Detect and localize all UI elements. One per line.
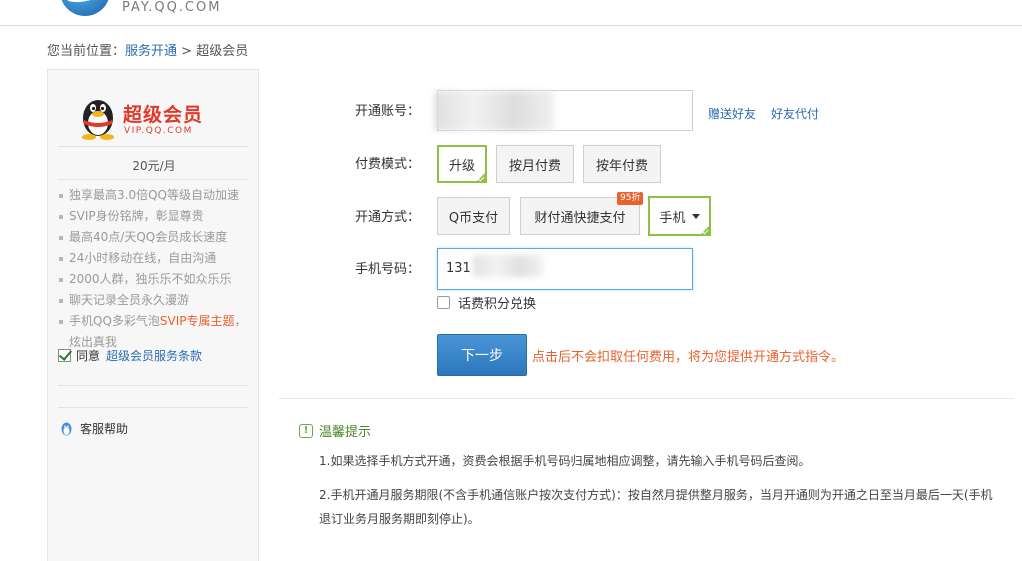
divider xyxy=(58,407,248,408)
masked-account xyxy=(434,91,554,131)
breadcrumb: 您当前位置：服务开通 > 超级会员 xyxy=(47,40,248,59)
masked-phone xyxy=(473,255,543,277)
account-label: 开通账号： xyxy=(355,104,421,119)
feature-item: 2000人群，独乐乐不如众乐乐 xyxy=(58,269,253,290)
phone-label: 手机号码： xyxy=(355,262,421,277)
method-mobile-dropdown[interactable]: 手机 xyxy=(648,196,711,236)
breadcrumb-link-service[interactable]: 服务开通 xyxy=(125,44,177,59)
tip-exclamation-icon: ! xyxy=(299,423,313,438)
pay-mode-label: 付费模式： xyxy=(355,157,421,172)
feature-item: 聊天记录全员永久漫游 xyxy=(58,290,253,311)
feature-item: 独享最高3.0倍QQ等级自动加速 xyxy=(58,185,253,206)
tips-title: ! 温馨提示 xyxy=(299,421,371,440)
tips-title-text: 温馨提示 xyxy=(319,425,372,440)
tip-item: 2.手机开通月服务期限(不含手机通信账户按次支付方式)：按自然月提供整月服务，当… xyxy=(319,488,993,502)
site-name: PAY.QQ.COM xyxy=(122,0,222,15)
pay-mode-upgrade[interactable]: 升级 xyxy=(437,145,487,183)
feature-text: 手机QQ多彩气泡 xyxy=(69,314,160,328)
qq-penguin-icon xyxy=(82,100,114,140)
help-label: 客服帮助 xyxy=(80,422,129,436)
price: 20元/月 xyxy=(132,159,176,173)
method-label: 开通方式： xyxy=(355,210,421,225)
points-label: 话费积分兑换 xyxy=(458,297,537,312)
pay-mode-monthly[interactable]: 按月付费 xyxy=(496,145,574,183)
check-icon xyxy=(701,227,709,235)
next-button[interactable]: 下一步 xyxy=(437,334,527,376)
discount-badge: 95折 xyxy=(617,192,644,205)
account-input[interactable] xyxy=(434,90,693,131)
vip-title: 超级会员 xyxy=(123,104,204,126)
points-checkbox[interactable] xyxy=(437,296,450,309)
feature-item: 最高40点/天QQ会员成长速度 xyxy=(58,227,253,248)
breadcrumb-prefix: 您当前位置： xyxy=(47,44,126,59)
method-mobile-text: 手机 xyxy=(659,210,686,226)
points-row: 话费积分兑换 xyxy=(437,293,536,312)
method-qcoin[interactable]: Q币支付 xyxy=(437,197,510,235)
pay-mode-text: 升级 xyxy=(448,158,475,174)
divider xyxy=(58,146,248,147)
penguin-help-icon xyxy=(61,422,72,435)
divider xyxy=(279,398,1014,399)
breadcrumb-separator: > xyxy=(177,44,197,59)
phone-input[interactable]: 131 xyxy=(437,248,693,290)
pay-logo-icon[interactable] xyxy=(60,0,110,16)
agree-checkbox[interactable] xyxy=(58,349,71,362)
feature-item: 24小时移动在线，自由沟通 xyxy=(58,248,253,269)
top-header: PAY.QQ.COM xyxy=(0,0,1022,26)
pay-mode-yearly[interactable]: 按年付费 xyxy=(583,145,661,183)
divider xyxy=(58,385,248,386)
agree-label: 同意 xyxy=(76,349,101,363)
tip-item: 1.如果选择手机方式开通，资费会根据手机号码归属地相应调整，请先输入手机号码后查… xyxy=(319,454,811,468)
feature-item: SVIP身份铭牌，彰显尊贵 xyxy=(58,206,253,227)
phone-value: 131 xyxy=(446,261,471,276)
sidebar: 超级会员 VIP.QQ.COM 20元/月 独享最高3.0倍QQ等级自动加速 S… xyxy=(47,69,259,561)
breadcrumb-current: 超级会员 xyxy=(196,44,249,59)
feature-list: 独享最高3.0倍QQ等级自动加速 SVIP身份铭牌，彰显尊贵 最高40点/天QQ… xyxy=(58,185,253,353)
caret-down-icon xyxy=(691,213,700,219)
agree-row: 同意 超级会员服务条款 xyxy=(58,347,202,364)
check-icon xyxy=(477,174,485,182)
divider xyxy=(58,179,248,180)
gift-friend-link[interactable]: 赠送好友 xyxy=(708,105,756,122)
friend-pay-link[interactable]: 好友代付 xyxy=(771,105,819,122)
vip-site: VIP.QQ.COM xyxy=(124,126,193,136)
terms-link[interactable]: 超级会员服务条款 xyxy=(106,347,202,364)
tip-item: 退订业务月服务期即刻停止)。 xyxy=(319,512,480,526)
next-note: 点击后不会扣取任何费用，将为您提供开通方式指令。 xyxy=(532,350,845,365)
customer-help[interactable]: 客服帮助 xyxy=(60,420,128,437)
feature-highlight: SVIP专属主题 xyxy=(159,314,235,328)
